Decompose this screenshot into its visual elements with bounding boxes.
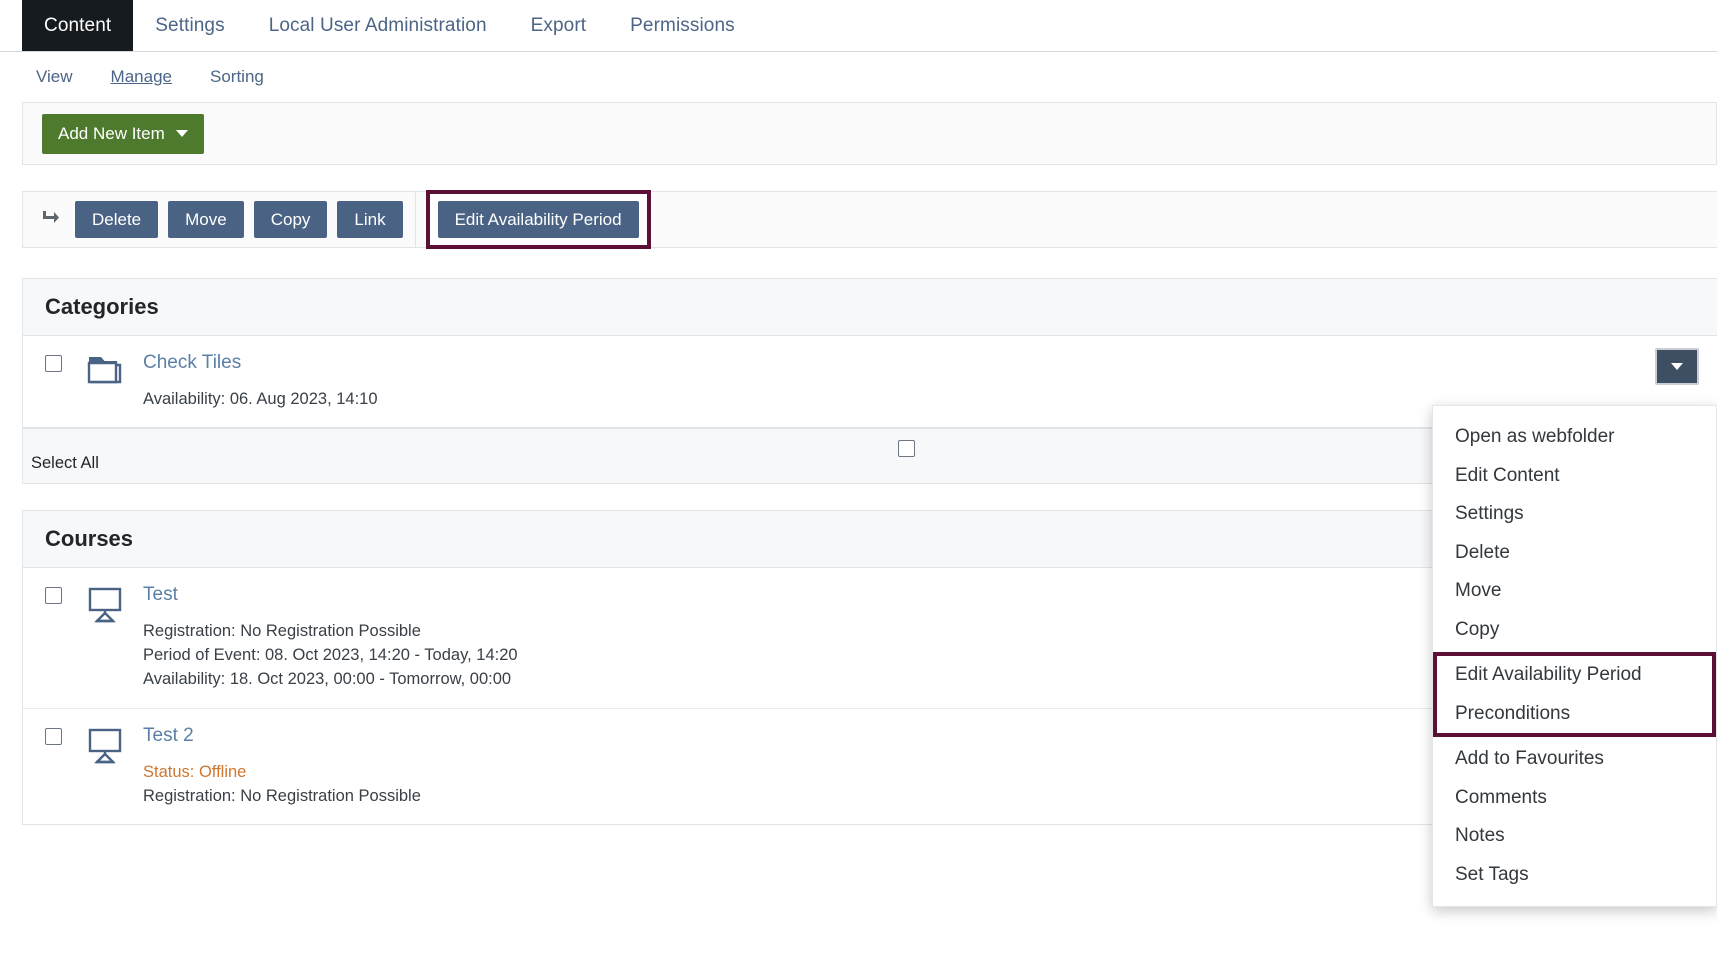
item-link-test-2[interactable]: Test 2 (143, 725, 194, 747)
menu-highlight-group: Edit Availability Period Preconditions (1433, 652, 1716, 737)
edit-availability-period-highlight: Edit Availability Period (426, 190, 651, 249)
add-new-item-button[interactable]: Add New Item (42, 114, 204, 154)
edit-availability-period-button[interactable]: Edit Availability Period (438, 201, 639, 238)
add-item-toolbar: Add New Item (22, 102, 1717, 165)
delete-button[interactable]: Delete (75, 201, 158, 238)
menu-item-set-tags[interactable]: Set Tags (1433, 856, 1716, 895)
chevron-down-icon (176, 130, 188, 137)
sub-navigation: View Manage Sorting (0, 52, 1717, 102)
subnav-item-view[interactable]: View (36, 67, 73, 87)
course-screen-icon (85, 584, 143, 692)
courses-title: Courses (45, 526, 133, 552)
checkbox-test[interactable] (45, 587, 62, 604)
tab-settings[interactable]: Settings (133, 0, 246, 51)
menu-item-edit-content[interactable]: Edit Content (1433, 457, 1716, 496)
menu-item-delete[interactable]: Delete (1433, 534, 1716, 573)
row-checkbox-cell (45, 352, 85, 411)
checkbox-test-2[interactable] (45, 728, 62, 745)
tab-local-user-administration-label: Local User Administration (269, 15, 487, 37)
tab-export-label: Export (531, 15, 587, 37)
subnav-item-manage[interactable]: Manage (111, 67, 172, 87)
main-tab-bar: Content Settings Local User Administrati… (0, 0, 1717, 52)
row-actions-dropdown-toggle[interactable] (1655, 348, 1699, 385)
tab-export[interactable]: Export (509, 0, 609, 51)
menu-item-preconditions[interactable]: Preconditions (1437, 695, 1712, 734)
menu-item-edit-availability-period[interactable]: Edit Availability Period (1437, 656, 1712, 695)
course-screen-icon (85, 725, 143, 808)
tab-settings-label: Settings (155, 15, 224, 37)
menu-item-copy[interactable]: Copy (1433, 611, 1716, 650)
folder-icon (85, 352, 143, 411)
select-all-checkbox[interactable] (898, 440, 915, 457)
tab-content-label: Content (44, 15, 111, 37)
menu-item-open-as-webfolder[interactable]: Open as webfolder (1433, 418, 1716, 457)
categories-title: Categories (45, 294, 159, 320)
toolbar-divider (415, 191, 416, 248)
menu-item-settings[interactable]: Settings (1433, 495, 1716, 534)
row-checkbox-cell (45, 584, 85, 692)
row-checkbox-cell (45, 725, 85, 808)
checkbox-check-tiles[interactable] (45, 355, 62, 372)
move-button[interactable]: Move (168, 201, 244, 238)
tab-permissions[interactable]: Permissions (608, 0, 757, 51)
row-actions-context-menu: Open as webfolder Edit Content Settings … (1432, 405, 1717, 907)
chevron-down-icon (1671, 363, 1683, 370)
selection-action-toolbar: Delete Move Copy Link Edit Availability … (22, 191, 1717, 248)
menu-item-add-to-favourites[interactable]: Add to Favourites (1433, 740, 1716, 779)
categories-panel-header: Categories (23, 279, 1717, 336)
move-arrow-icon (37, 209, 63, 231)
menu-item-comments[interactable]: Comments (1433, 779, 1716, 818)
tab-permissions-label: Permissions (630, 15, 735, 37)
item-link-check-tiles[interactable]: Check Tiles (143, 352, 241, 374)
item-link-test[interactable]: Test (143, 584, 178, 606)
select-all-label: Select All (27, 454, 99, 477)
menu-item-notes[interactable]: Notes (1433, 817, 1716, 856)
link-button[interactable]: Link (337, 201, 402, 238)
add-new-item-label: Add New Item (58, 124, 165, 144)
tab-local-user-administration[interactable]: Local User Administration (247, 0, 509, 51)
tab-content[interactable]: Content (22, 0, 133, 51)
row-content: Check Tiles Availability: 06. Aug 2023, … (143, 352, 1717, 411)
subnav-item-sorting[interactable]: Sorting (210, 67, 264, 87)
menu-item-move[interactable]: Move (1433, 572, 1716, 611)
copy-button[interactable]: Copy (254, 201, 328, 238)
